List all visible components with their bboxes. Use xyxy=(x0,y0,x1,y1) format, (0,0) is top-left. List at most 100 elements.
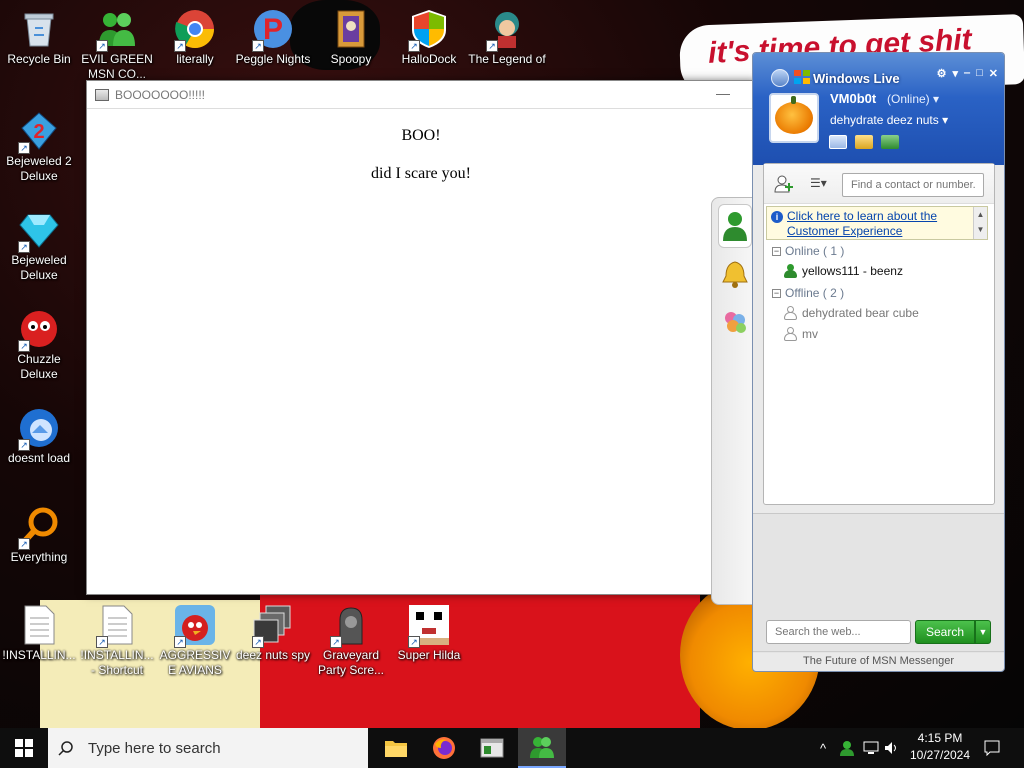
mail-icon[interactable] xyxy=(829,135,847,149)
promo-banner: i Click here to learn about the Customer… xyxy=(766,206,988,240)
msn-username[interactable]: VM0b0t xyxy=(830,91,876,106)
taskbar-browser-window[interactable] xyxy=(468,728,516,768)
desktop-icon-super-hilda[interactable]: ↗ Super Hilda xyxy=(390,598,468,663)
window-app-icon xyxy=(480,738,504,758)
search-dropdown-button[interactable]: ▼ xyxy=(975,620,991,644)
boo-window[interactable]: BOOOOOOO!!!!! — BOO! did I scare you! xyxy=(86,80,756,595)
window-app-icon xyxy=(95,88,109,101)
chevron-down-icon[interactable]: ▾ xyxy=(952,67,958,80)
peggle-icon: P ↗ xyxy=(252,8,294,52)
desktop-icon-evil-green-msn[interactable]: ↗ EVIL GREEN MSN CO... xyxy=(78,2,156,82)
tray-network-icon[interactable] xyxy=(860,728,882,768)
contact-name: dehydrated bear cube xyxy=(802,306,919,320)
desktop-icon-bejeweled-2[interactable]: 2 ↗ Bejeweled 2 Deluxe xyxy=(0,104,78,184)
contact-item[interactable]: yellows111 - beenz xyxy=(784,264,903,278)
desktop-icon-label: Bejeweled Deluxe xyxy=(11,253,67,282)
msn-buddy-icon xyxy=(723,212,747,241)
desktop-icon-hallodock[interactable]: ↗ HalloDock xyxy=(390,2,468,67)
desktop-icon-everything[interactable]: ↗ Everything xyxy=(0,500,78,565)
msn-footer: The Future of MSN Messenger xyxy=(753,651,1004,671)
graveyard-icon: ↗ xyxy=(330,604,372,648)
view-options-icon[interactable]: ☰▾ xyxy=(810,176,834,192)
maximize-icon[interactable]: □ xyxy=(976,67,983,80)
text-file-icon: ↗ xyxy=(96,604,138,648)
tab-contacts[interactable] xyxy=(718,204,752,248)
network-icon xyxy=(863,741,879,754)
notifications-button[interactable] xyxy=(980,728,1004,768)
spoopy-folder-icon xyxy=(330,8,372,50)
collapse-icon[interactable]: − xyxy=(772,246,781,256)
desktop-icon-spoopy[interactable]: Spoopy xyxy=(312,2,390,67)
desktop-icon-deez-nuts-spy[interactable]: ↗ deez nuts spy xyxy=(234,598,312,663)
desktop-icon-bejeweled[interactable]: ↗ Bejeweled Deluxe xyxy=(0,203,78,283)
promo-scrollbar[interactable]: ▲ ▼ xyxy=(973,207,987,239)
contact-item[interactable]: dehydrated bear cube xyxy=(784,306,919,320)
desktop-icon-label: literally useless xyxy=(176,52,214,66)
taskbar: Type here to search ^ 4:15 PM 10/27/2024 xyxy=(0,728,1024,768)
tray-volume-icon[interactable] xyxy=(882,728,902,768)
clock-time: 4:15 PM xyxy=(917,731,963,745)
chrome-icon: ↗ xyxy=(174,8,216,52)
desktop-icon-legend-of-tilda[interactable]: ↗ The Legend of Tilda xyxy=(468,2,546,67)
msn-back-icon[interactable] xyxy=(771,69,789,87)
online-buddy-icon xyxy=(784,264,797,278)
tab-alerts[interactable] xyxy=(718,252,752,296)
boo-page-content: BOO! did I scare you! xyxy=(87,127,755,183)
chevron-down-icon: ▾ xyxy=(933,92,940,106)
desktop-icon-doesnt-load[interactable]: ↗ doesnt load xyxy=(0,401,78,466)
boo-message: did I scare you! xyxy=(371,165,471,182)
msn-status-dropdown[interactable]: (Online) ▾ xyxy=(887,92,939,106)
minimize-button[interactable]: — xyxy=(711,85,735,105)
close-icon[interactable]: ✕ xyxy=(989,67,998,80)
desktop-icon-label: Bejeweled 2 Deluxe xyxy=(6,154,72,183)
shortcut-arrow-icon: ↗ xyxy=(18,340,30,352)
desktop-icon-peggle-nights[interactable]: P ↗ Peggle Nights Deluxe xyxy=(234,2,312,67)
msn-today-icon[interactable] xyxy=(881,135,899,149)
desktop-icon-label: AGGRESSIVE AVIANS xyxy=(159,648,231,677)
contact-name: yellows111 - beenz xyxy=(802,264,903,278)
search-button[interactable]: Search xyxy=(915,620,975,644)
boo-window-titlebar[interactable]: BOOOOOOO!!!!! — xyxy=(87,81,755,109)
show-hidden-icons-button[interactable]: ^ xyxy=(812,728,834,768)
taskbar-msn-messenger[interactable] xyxy=(518,728,566,768)
add-contact-icon[interactable] xyxy=(774,175,794,193)
avatar[interactable] xyxy=(769,93,819,143)
msn-messenger-window[interactable]: Windows Live ⚙ ▾ ‒ □ ✕ VM0b0t (Online) ▾… xyxy=(752,52,1005,672)
start-button[interactable] xyxy=(0,728,48,768)
desktop-icon-aggressive-avians[interactable]: ↗ AGGRESSIVE AVIANS xyxy=(156,598,234,678)
find-contact-input[interactable] xyxy=(842,173,984,197)
flower-icon xyxy=(725,312,746,333)
taskbar-firefox[interactable] xyxy=(420,728,468,768)
info-icon: i xyxy=(771,211,783,223)
desktop-icon-recycle-bin[interactable]: Recycle Bin xyxy=(0,2,78,67)
msn-buddy-icon xyxy=(530,737,554,758)
tray-msn-icon[interactable] xyxy=(836,728,858,768)
taskbar-clock[interactable]: 4:15 PM 10/27/2024 xyxy=(900,730,980,766)
folder-icon[interactable] xyxy=(855,135,873,149)
msn-menu-icon[interactable]: ⚙ xyxy=(937,67,947,80)
customer-experience-link[interactable]: Click here to learn about the Customer E… xyxy=(787,209,972,239)
desktop-icon-chuzzle[interactable]: ↗ Chuzzle Deluxe xyxy=(0,302,78,382)
msn-search-area: Search ▼ xyxy=(753,513,1004,653)
folder-icon xyxy=(385,741,407,757)
desktop-icon-literally-useless[interactable]: ↗ literally useless xyxy=(156,2,234,67)
contact-item[interactable]: mv xyxy=(784,327,818,341)
msn-header: Windows Live ⚙ ▾ ‒ □ ✕ VM0b0t (Online) ▾… xyxy=(753,53,1004,165)
recycle-bin-icon xyxy=(18,8,60,50)
boo-heading: BOO! xyxy=(401,127,441,144)
desktop-icon-installing[interactable]: !INSTALLIN... xyxy=(0,598,78,663)
taskbar-file-explorer[interactable] xyxy=(372,728,420,768)
web-search-input[interactable] xyxy=(766,620,911,644)
desktop-icon-label: Recycle Bin xyxy=(7,52,71,66)
desktop-icon-installing-shortcut[interactable]: ↗ !INSTALLIN... - Shortcut xyxy=(78,598,156,678)
taskbar-search-box[interactable]: Type here to search xyxy=(48,728,368,768)
minimize-icon[interactable]: ‒ xyxy=(964,67,970,80)
group-offline[interactable]: − Offline ( 2 ) xyxy=(772,286,844,300)
collapse-icon[interactable]: − xyxy=(772,288,781,298)
tab-gallery[interactable] xyxy=(718,300,752,344)
group-online[interactable]: − Online ( 1 ) xyxy=(772,244,844,258)
text-file-icon xyxy=(18,604,60,646)
windows-logo-icon xyxy=(15,739,33,757)
personal-message[interactable]: dehydrate deez nuts ▾ xyxy=(830,113,948,127)
desktop-icon-graveyard-party[interactable]: ↗ Graveyard Party Scre... xyxy=(312,598,390,678)
